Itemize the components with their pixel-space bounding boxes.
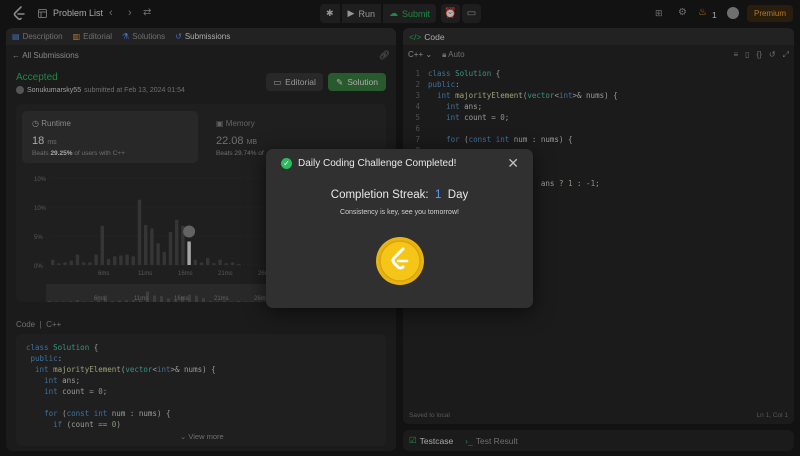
check-circle-icon: ✓ xyxy=(281,158,292,169)
close-icon[interactable]: ✕ xyxy=(507,155,519,172)
daily-challenge-modal: ✓ Daily Coding Challenge Completed! ✕ Co… xyxy=(266,149,533,308)
modal-message: Consistency is key, see you tomorrow! xyxy=(340,209,459,216)
completion-streak: Completion Streak: 1 Day xyxy=(330,189,469,201)
daily-coin-badge-icon xyxy=(376,237,424,285)
modal-title: Daily Coding Challenge Completed! xyxy=(298,158,457,169)
